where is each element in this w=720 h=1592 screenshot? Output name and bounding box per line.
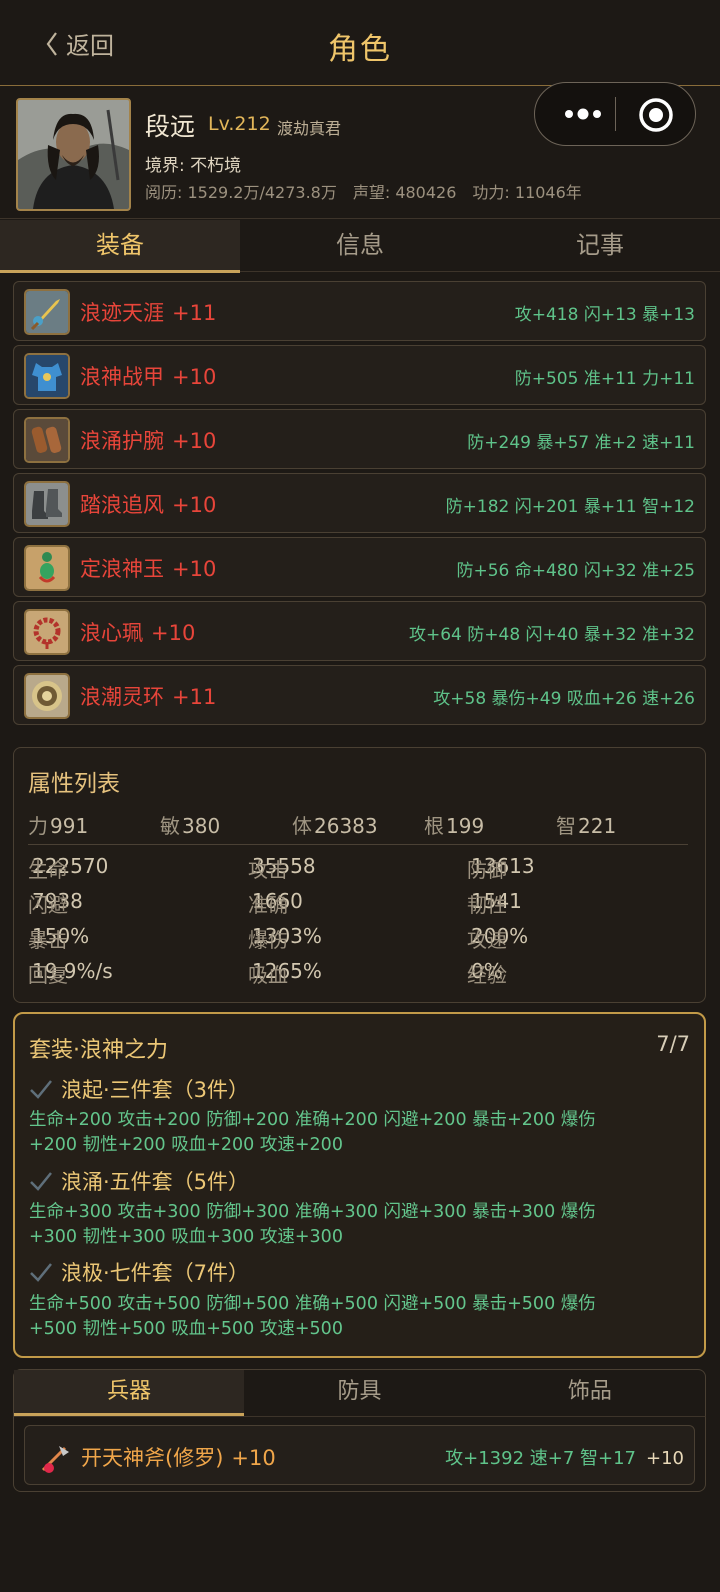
equipment-name: 踏浪追风 +10 — [80, 493, 217, 517]
equipment-name: 浪迹天涯 +11 — [80, 301, 217, 325]
equipment-attributes: 防+182 闪+201 暴+11 智+12 — [445, 497, 695, 517]
primary-attr: 力 991 — [28, 814, 89, 838]
attr-cell: 暴击 150% — [28, 924, 90, 952]
set-count: 7/7 — [656, 1032, 690, 1056]
set-tier-name: 浪涌·五件套（5件） — [61, 1170, 250, 1194]
bead-necklace-icon — [24, 609, 70, 655]
attr-cell: 爆伤 1303% — [248, 924, 322, 952]
character-level: Lv.212 — [208, 113, 271, 135]
equipment-name: 浪神战甲 +10 — [80, 365, 217, 389]
set-tier-name: 浪起·三件套（3件） — [61, 1078, 250, 1102]
attr-cell: 闪避 7938 — [28, 889, 83, 917]
set-tier-name: 浪极·七件套（7件） — [61, 1261, 250, 1285]
primary-attr: 敏 380 — [160, 814, 221, 838]
primary-attributes: 力 991 敏 380 体 26383 根 199 智 221 — [28, 810, 688, 840]
tab-armor[interactable]: 防具 — [244, 1370, 474, 1416]
equipment-name: 浪涌护腕 +10 — [80, 429, 217, 453]
attr-cell: 准确 1660 — [248, 889, 303, 917]
equipment-attributes: 攻+58 暴伤+49 吸血+26 速+26 — [433, 689, 695, 709]
boots-icon — [24, 481, 70, 527]
attr-cell: 回复 19.9%/s — [28, 959, 113, 987]
reputation-text: 声望: 480426 — [352, 183, 457, 202]
armor-icon — [24, 353, 70, 399]
tab-info[interactable]: 信息 — [240, 220, 480, 271]
checkmark-icon — [30, 1263, 52, 1282]
attr-cell: 攻击 35558 — [248, 854, 316, 882]
divider — [28, 844, 688, 845]
set-title: 套装·浪神之力 — [29, 1038, 168, 1063]
nav-bar: 返回 角色 — [0, 0, 720, 86]
equipment-item[interactable]: 踏浪追风 +10 防+182 闪+201 暴+11 智+12 — [13, 473, 706, 533]
checkmark-icon — [30, 1080, 52, 1099]
equipment-attributes: 防+56 命+480 闪+32 准+25 — [456, 561, 695, 581]
inventory-item[interactable]: 开天神斧(修罗) +10 攻+1392 速+7 智+17 +10 — [24, 1425, 695, 1485]
equipment-attributes: 防+505 准+11 力+11 — [514, 369, 695, 389]
tab-equipment[interactable]: 装备 — [0, 220, 240, 273]
equipment-item[interactable]: 浪潮灵环 +11 攻+58 暴伤+49 吸血+26 速+26 — [13, 665, 706, 725]
attr-cell: 吸血 1265% — [248, 959, 322, 987]
set-tier-effects: 生命+200 攻击+200 防御+200 准确+200 闪避+200 暴击+20… — [29, 1110, 596, 1155]
attr-cell: 攻速 200% — [467, 924, 529, 952]
equipment-attributes: 攻+64 防+48 闪+40 暴+32 准+32 — [409, 625, 695, 645]
set-tier-effects: 生命+300 攻击+300 防御+300 准确+300 闪避+300 暴击+30… — [29, 1202, 596, 1247]
attr-cell: 经验 0% — [467, 959, 507, 987]
primary-attr: 体 26383 — [292, 814, 378, 838]
equipment-attributes: 攻+418 闪+13 暴+13 — [514, 305, 695, 325]
ring-icon — [24, 673, 70, 719]
set-tier: 浪涌·五件套（5件） — [29, 1166, 249, 1196]
attr-cell: 生命 222570 — [28, 854, 109, 882]
set-bonus-panel: 套装·浪神之力 7/7 浪起·三件套（3件） 生命+200 攻击+200 防御+… — [13, 1012, 706, 1358]
primary-attr: 根 199 — [424, 814, 485, 838]
equipment-name: 浪心珮 +10 — [80, 621, 196, 645]
tab-weapons[interactable]: 兵器 — [14, 1370, 245, 1416]
primary-attr: 智 221 — [556, 814, 617, 838]
equipment-item[interactable]: 浪迹天涯 +11 攻+418 闪+13 暴+13 — [13, 281, 706, 341]
set-tier: 浪起·三件套（3件） — [29, 1074, 249, 1104]
character-stats: 阅历: 1529.2万/4273.8万 声望: 480426 功力: 11046年 — [145, 179, 582, 203]
page-title: 角色 — [328, 32, 392, 67]
equipment-item[interactable]: 浪神战甲 +10 防+505 准+11 力+11 — [13, 345, 706, 405]
sword-icon — [24, 289, 70, 335]
inventory-item-attributes: 攻+1392 速+7 智+17 +10 — [445, 1448, 684, 1469]
attr-cell: 韧性 1541 — [467, 889, 522, 917]
tab-log[interactable]: 记事 — [480, 220, 720, 271]
checkmark-icon — [30, 1172, 52, 1191]
attr-cell: 防御 13613 — [467, 854, 535, 882]
bracer-icon — [24, 417, 70, 463]
inventory-item-name: 开天神斧(修罗) +10 — [81, 1446, 276, 1470]
set-tier: 浪极·七件套（7件） — [29, 1257, 249, 1287]
equipment-item[interactable]: 浪心珮 +10 攻+64 防+48 闪+40 暴+32 准+32 — [13, 601, 706, 661]
main-tabs: 装备 信息 记事 — [0, 220, 720, 273]
experience-text: 阅历: 1529.2万/4273.8万 — [145, 183, 337, 202]
jade-pendant-icon — [24, 545, 70, 591]
equipment-item[interactable]: 定浪神玉 +10 防+56 命+480 闪+32 准+25 — [13, 537, 706, 597]
tab-accessories[interactable]: 饰品 — [475, 1370, 705, 1416]
character-portrait-icon — [18, 100, 129, 209]
equipment-name: 定浪神玉 +10 — [80, 557, 217, 581]
inventory-list: 开天神斧(修罗) +10 攻+1392 速+7 智+17 +10 — [13, 1416, 706, 1492]
set-tier-effects: 生命+500 攻击+500 防御+500 准确+500 闪避+500 暴击+50… — [29, 1294, 596, 1339]
profile-header: 段远 Lv.212 渡劫真君 境界: 不朽境 阅历: 1529.2万/4273.… — [0, 87, 720, 219]
equipment-item[interactable]: 浪涌护腕 +10 防+249 暴+57 准+2 速+11 — [13, 409, 706, 469]
equipment-attributes: 防+249 暴+57 准+2 速+11 — [467, 433, 695, 453]
equipment-name: 浪潮灵环 +11 — [80, 685, 217, 709]
attribute-panel-title: 属性列表 — [28, 771, 120, 797]
character-rank: 渡劫真君 — [277, 119, 342, 138]
axe-icon — [41, 1446, 69, 1473]
character-name: 段远 — [145, 112, 196, 141]
character-realm: 境界: 不朽境 — [145, 156, 242, 176]
inventory-tabs: 兵器 防具 饰品 — [13, 1369, 706, 1416]
power-text: 功力: 11046年 — [472, 183, 582, 202]
attribute-panel: 属性列表 力 991 敏 380 体 26383 根 199 智 221 生命 222570… — [13, 747, 706, 1003]
avatar[interactable] — [16, 98, 131, 211]
